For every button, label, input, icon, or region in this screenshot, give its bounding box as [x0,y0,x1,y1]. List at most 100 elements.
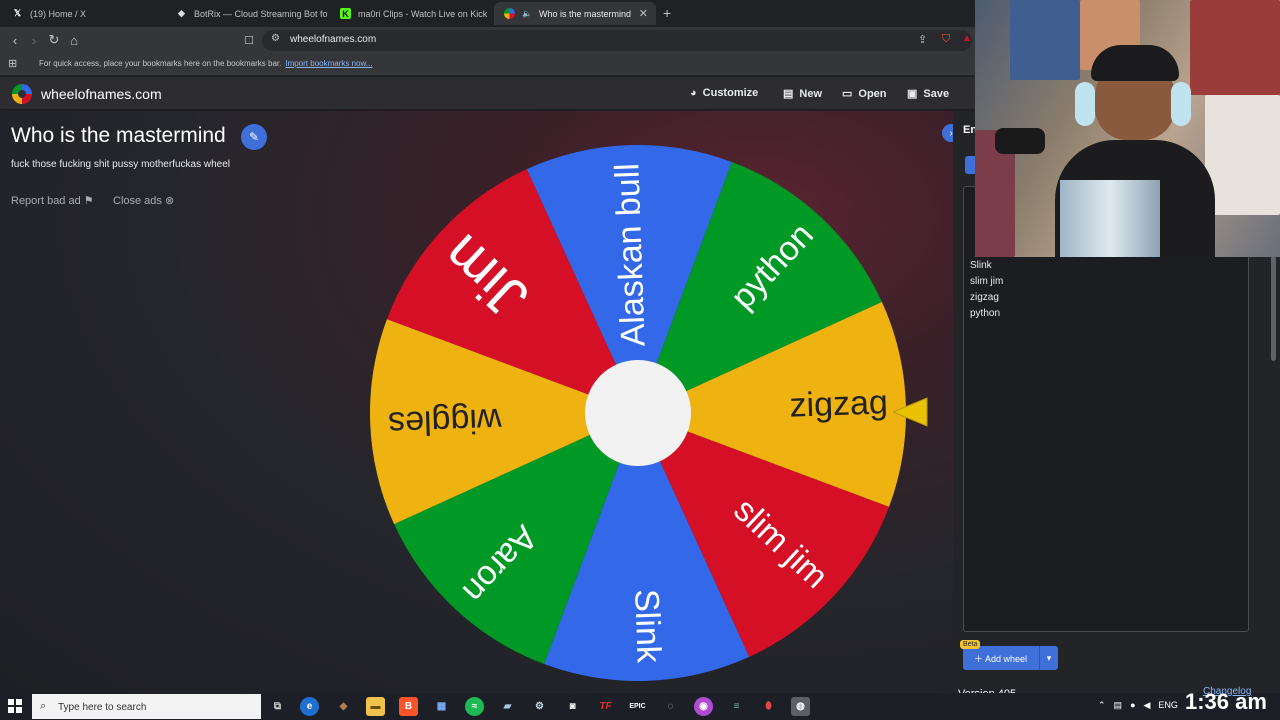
tf-app-icon[interactable]: TF [596,697,615,716]
epic-games-icon[interactable]: EPIC [628,697,647,716]
tab-title: Who is the mastermind [538,8,631,19]
save-icon: ▣ [907,88,918,100]
wheel-segment-label: wiggles [388,401,504,443]
tab-title: ma0ri Clips - Watch Live on Kick [358,8,488,19]
new-button[interactable]: ▤ New [783,87,823,101]
wheel-segment-label: Slink [627,588,668,664]
store-icon[interactable]: ▦ [432,697,451,716]
volume-icon[interactable]: ◀ [1144,700,1151,711]
headphones-left [1075,82,1095,126]
site-header: wheelofnames.com ◕ Customize ▤ New ▭ Open ▣… [0,77,975,110]
brave-shield-icon[interactable]: ⛉ [942,33,950,46]
mic-icon[interactable]: ● [1130,700,1135,711]
site-info-icon[interactable]: ⚙ [271,33,280,44]
new-label: New [799,87,823,100]
site-name[interactable]: wheelofnames.com [41,86,162,102]
headphones-right [1171,82,1191,126]
streamer-beanie [1091,45,1179,81]
back-icon[interactable]: ‹ [6,31,24,49]
report-bad-ad-link[interactable]: Report bad ad ⚑ [11,194,94,207]
language-indicator[interactable]: ENG [1158,700,1178,711]
add-wheel-button[interactable]: ＋ Add wheel ▾ [963,646,1058,670]
clock-overlay: 1:36 am [1185,689,1267,714]
address-bar[interactable]: ⚙ wheelofnames.com ⇪ ⛉ ▲ [262,30,972,51]
wheel-center-hub[interactable] [585,360,691,466]
wheel[interactable]: zigzagslim jimSlinkAaronwigglesJim Alaska… [360,145,920,685]
add-wheel-dropdown-icon[interactable]: ▾ [1039,646,1058,670]
entry-item: python [970,308,1001,319]
location-app-icon[interactable]: ⬮ [759,697,778,716]
beta-badge: Beta [960,640,981,649]
wheelofnames-logo-icon[interactable] [12,84,32,104]
file-explorer-icon[interactable]: ▬ [366,697,385,716]
wheel-title: Who is the mastermind [11,124,226,147]
camera-app-icon[interactable]: ◙ [563,697,582,716]
entry-item: slim jim [970,276,1004,287]
network-icon[interactable]: ▤ [1114,700,1123,711]
reload-icon[interactable]: ↻ [45,31,63,49]
spotify-icon[interactable]: ≈ [465,697,484,716]
apps-grid-icon[interactable]: ⊞ [8,57,17,70]
edit-title-button[interactable]: ✎ [241,124,267,150]
bookmarks-bar: ⊞ For quick access, place your bookmarks… [0,53,975,75]
windows-start-icon[interactable] [8,699,22,713]
speaker-icon: 🔈 [522,9,532,18]
home-icon[interactable]: ⌂ [65,31,83,49]
share-icon[interactable]: ⇪ [918,33,927,46]
app-icon[interactable]: ≡ [727,697,746,716]
chevron-up-icon[interactable]: ⌃ [1098,700,1106,711]
tab-x-home[interactable]: 𝕏 (19) Home / X [2,2,164,25]
search-icon: ⌕ [40,700,47,712]
wheel-pointer [893,397,928,427]
add-wheel-label: Add wheel [985,654,1028,664]
tab-bar: 𝕏 (19) Home / X ◆ BotRix — Cloud Streami… [0,0,975,27]
app-icon[interactable]: ▰ [498,697,517,716]
new-tab-button[interactable]: + [663,5,671,21]
forward-icon[interactable]: › [25,31,43,49]
plus-icon: ＋ [974,654,984,664]
tab-kick[interactable]: K ma0ri Clips - Watch Live on Kick [330,2,492,25]
entry-item: Slink [970,260,992,271]
brave-icon[interactable]: B [399,697,418,716]
close-ads-link[interactable]: Close ads ⊗ [113,194,174,207]
wheel-segment-label: zigzag [789,383,889,424]
app-icon[interactable]: ◆ [334,697,353,716]
tab-title: (19) Home / X [30,8,87,19]
kick-icon: K [340,8,351,19]
steam-icon[interactable]: ⚙ [530,697,549,716]
taskbar-search[interactable]: ⌕ Type here to search [32,694,261,719]
report-ad-label: Report bad ad [11,195,81,207]
open-button[interactable]: ▭ Open [842,87,887,101]
tab-botrix[interactable]: ◆ BotRix — Cloud Streaming Bot for Tw [166,2,328,25]
entry-item: zigzag [970,292,999,303]
bookmark-icon[interactable]: ☐ [240,31,258,49]
tab-wheel-active[interactable]: 🔈 Who is the mastermind ✕ [494,2,656,25]
folder-open-icon: ▭ [842,88,853,100]
open-label: Open [858,87,887,100]
browser-toolbar: ‹ › ↻ ⌂ ☐ ⚙ wheelofnames.com ⇪ ⛉ ▲ [0,27,975,53]
rewards-icon[interactable]: ▲ [962,33,972,44]
palette-icon: ◕ [690,87,697,99]
customize-button[interactable]: ◕ Customize [690,87,758,99]
task-view-icon[interactable]: ⧉ [268,697,287,716]
system-tray: ⌃ ▤ ● ◀ ENG [1098,700,1178,711]
new-file-icon: ▤ [783,88,794,100]
tab-title: BotRix — Cloud Streaming Bot for Tw [194,8,328,19]
wheel-description: fuck those fucking shit pussy motherfuck… [11,159,230,170]
import-bookmarks-link[interactable]: Import bookmarks now... [285,59,372,68]
screen: 𝕏 (19) Home / X ◆ BotRix — Cloud Streami… [0,0,1280,720]
app-icon[interactable]: ◌ [661,697,680,716]
close-ads-label: Close ads [113,195,162,207]
save-label: Save [923,87,950,100]
app-icon[interactable]: ◉ [694,697,713,716]
bookmarks-hint: For quick access, place your bookmarks h… [39,59,282,68]
poster-image [1010,0,1080,80]
obs-icon[interactable]: ◍ [791,697,810,716]
x-logo-icon: 𝕏 [13,8,22,18]
panel-scrollbar[interactable] [1271,256,1276,361]
edge-icon[interactable]: e [300,697,319,716]
wheel-area: Who is the mastermind ✎ fuck those fucki… [0,111,975,693]
microphone-shield [1060,180,1160,257]
save-button[interactable]: ▣ Save [907,87,950,101]
close-tab-icon[interactable]: ✕ [639,7,648,20]
